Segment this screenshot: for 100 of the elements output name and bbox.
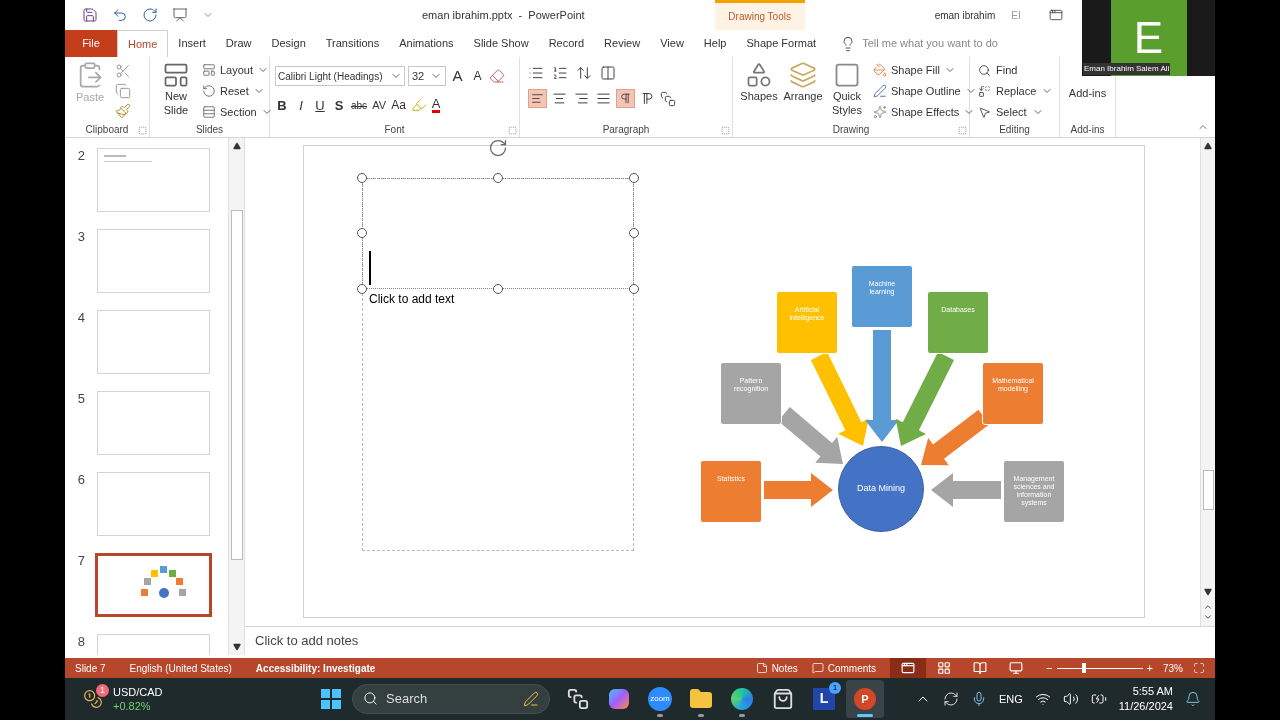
search-icon[interactable] — [978, 63, 991, 77]
pointer-icon[interactable] — [978, 105, 991, 119]
eraser-icon[interactable] — [489, 68, 505, 85]
zoom-out-button[interactable]: − — [1046, 659, 1053, 677]
format-button[interactable]: U — [313, 95, 327, 115]
slide-option-button[interactable]: Reset — [202, 82, 273, 100]
editing-button[interactable]: Find — [978, 61, 1051, 79]
volume-icon[interactable] — [1062, 691, 1079, 707]
battery-icon[interactable] — [1090, 691, 1107, 707]
ribbon-tab[interactable]: Record — [538, 30, 595, 57]
drawing-tool-button[interactable]: Quick Styles — [827, 61, 867, 122]
drawing-tool-button[interactable]: Shapes — [739, 61, 779, 122]
ribbon-tab[interactable]: Transitions — [315, 30, 390, 57]
resize-handle[interactable] — [357, 228, 367, 239]
zoom-slider[interactable] — [1056, 663, 1143, 673]
language-indicator[interactable]: ENG — [998, 690, 1023, 708]
ribbon-tab[interactable]: Draw — [215, 30, 262, 57]
font-name-field[interactable]: Calibri Light (Headings) — [275, 66, 405, 87]
start-icon[interactable] — [321, 689, 341, 709]
new-slide-button[interactable]: New Slide — [158, 61, 194, 122]
pen-icon[interactable] — [873, 84, 887, 98]
accessibility-status[interactable]: Accessibility: Investigate — [255, 660, 376, 676]
line-spacing-icon[interactable] — [576, 65, 592, 81]
format-button[interactable]: B — [275, 95, 289, 115]
shrink-font-button[interactable]: A — [469, 67, 486, 86]
ribbon-display-icon[interactable] — [1048, 8, 1063, 22]
ribbon-tab[interactable]: Home — [117, 30, 169, 57]
ribbon-tab[interactable]: Design — [261, 30, 316, 57]
ribbon-tab[interactable]: Insert — [168, 30, 216, 57]
editing-button[interactable]: Select — [978, 103, 1051, 121]
cut-icon[interactable] — [115, 63, 131, 79]
drawing-tool-button[interactable]: Arrange — [783, 61, 823, 122]
reset-icon[interactable] — [202, 84, 216, 98]
square-icon[interactable] — [833, 61, 861, 89]
add-ins-button[interactable]: Add-ins — [1068, 85, 1107, 102]
font-size-field[interactable]: 32 — [408, 66, 446, 87]
shape-format-button[interactable]: Shape Effects — [873, 103, 977, 121]
grow-font-button[interactable]: A — [449, 65, 466, 88]
columns-icon[interactable] — [600, 65, 616, 81]
comments-button[interactable]: Comments — [811, 660, 877, 676]
rotate-handle-icon[interactable] — [488, 138, 508, 159]
format-button[interactable]: Aa — [391, 96, 406, 115]
layout-icon[interactable] — [202, 63, 216, 77]
clock-date[interactable]: 11/26/2024 — [1118, 699, 1173, 714]
ribbon-tab[interactable]: Review — [594, 30, 651, 57]
font-color-button[interactable]: A — [431, 97, 441, 114]
shapes-icon[interactable] — [745, 61, 773, 89]
resize-handle[interactable] — [357, 173, 367, 184]
resize-handle[interactable] — [629, 228, 639, 239]
notification-bell-icon[interactable] — [1185, 691, 1201, 707]
fit-to-window-icon[interactable] — [1193, 662, 1205, 674]
language-indicator[interactable]: English (United States) — [129, 660, 232, 676]
zoom-in-button[interactable]: + — [1146, 659, 1153, 677]
sparkles-icon[interactable] — [873, 105, 887, 119]
editing-button[interactable]: Replace — [978, 82, 1051, 100]
scroll-up-icon[interactable] — [1204, 142, 1212, 151]
note-icon[interactable] — [755, 662, 768, 674]
format-button[interactable]: AV — [372, 97, 387, 114]
copy-icon[interactable] — [115, 83, 131, 99]
clock-time[interactable]: 5:55 AM — [1132, 684, 1173, 699]
redo-icon[interactable] — [142, 7, 158, 23]
ribbon-tab[interactable]: File — [65, 30, 117, 57]
coins-icon[interactable] — [83, 689, 103, 709]
search-icon[interactable] — [363, 691, 378, 707]
scroll-down-icon[interactable] — [1204, 588, 1212, 597]
view-button[interactable] — [890, 658, 927, 678]
undo-icon[interactable] — [112, 7, 128, 23]
taskbar-button[interactable]: L 1 — [805, 680, 843, 718]
shape-format-button[interactable]: Shape Outline — [873, 82, 977, 100]
scroll-up-icon[interactable] — [232, 142, 241, 151]
ribbon-tab[interactable]: Help — [693, 30, 737, 57]
ribbon-tab[interactable]: Slide Show — [463, 30, 539, 57]
layers-icon[interactable] — [789, 61, 817, 89]
slide-option-button[interactable]: Layout — [202, 61, 273, 79]
notes-button[interactable]: Notes — [755, 660, 798, 676]
format-painter-icon[interactable] — [115, 103, 131, 119]
ribbon-tab[interactable]: Animations — [389, 30, 464, 57]
scrollbar-thumb[interactable] — [230, 210, 243, 561]
sync-icon[interactable] — [942, 691, 959, 707]
tell-me-field[interactable]: Tell me what you want to do — [862, 35, 998, 52]
smartart-icon[interactable] — [660, 90, 676, 107]
resize-handle[interactable] — [629, 173, 639, 184]
bullets-icon[interactable] — [528, 65, 544, 81]
scroll-down-icon[interactable] — [232, 643, 241, 652]
format-button[interactable]: I — [294, 95, 308, 115]
present-icon[interactable] — [172, 7, 188, 23]
ribbon-tab[interactable]: Shape Format — [736, 30, 827, 57]
slide-thumbnail[interactable] — [95, 553, 212, 618]
wifi-icon[interactable] — [1034, 691, 1051, 707]
user-name[interactable]: eman ibrahim — [934, 7, 996, 23]
format-button[interactable]: abc — [351, 97, 368, 113]
format-button[interactable]: S — [332, 95, 346, 115]
search-field[interactable]: Search — [352, 684, 550, 714]
zoom-percentage[interactable]: 73% — [1163, 660, 1183, 676]
taskbar-button[interactable]: P — [846, 680, 884, 718]
paint-bucket-icon[interactable] — [873, 63, 887, 77]
replace-icon[interactable] — [978, 84, 991, 98]
slide-option-button[interactable]: Section — [202, 103, 273, 121]
ribbon-tab[interactable]: View — [650, 30, 694, 57]
slide-layout-icon[interactable] — [162, 61, 190, 89]
